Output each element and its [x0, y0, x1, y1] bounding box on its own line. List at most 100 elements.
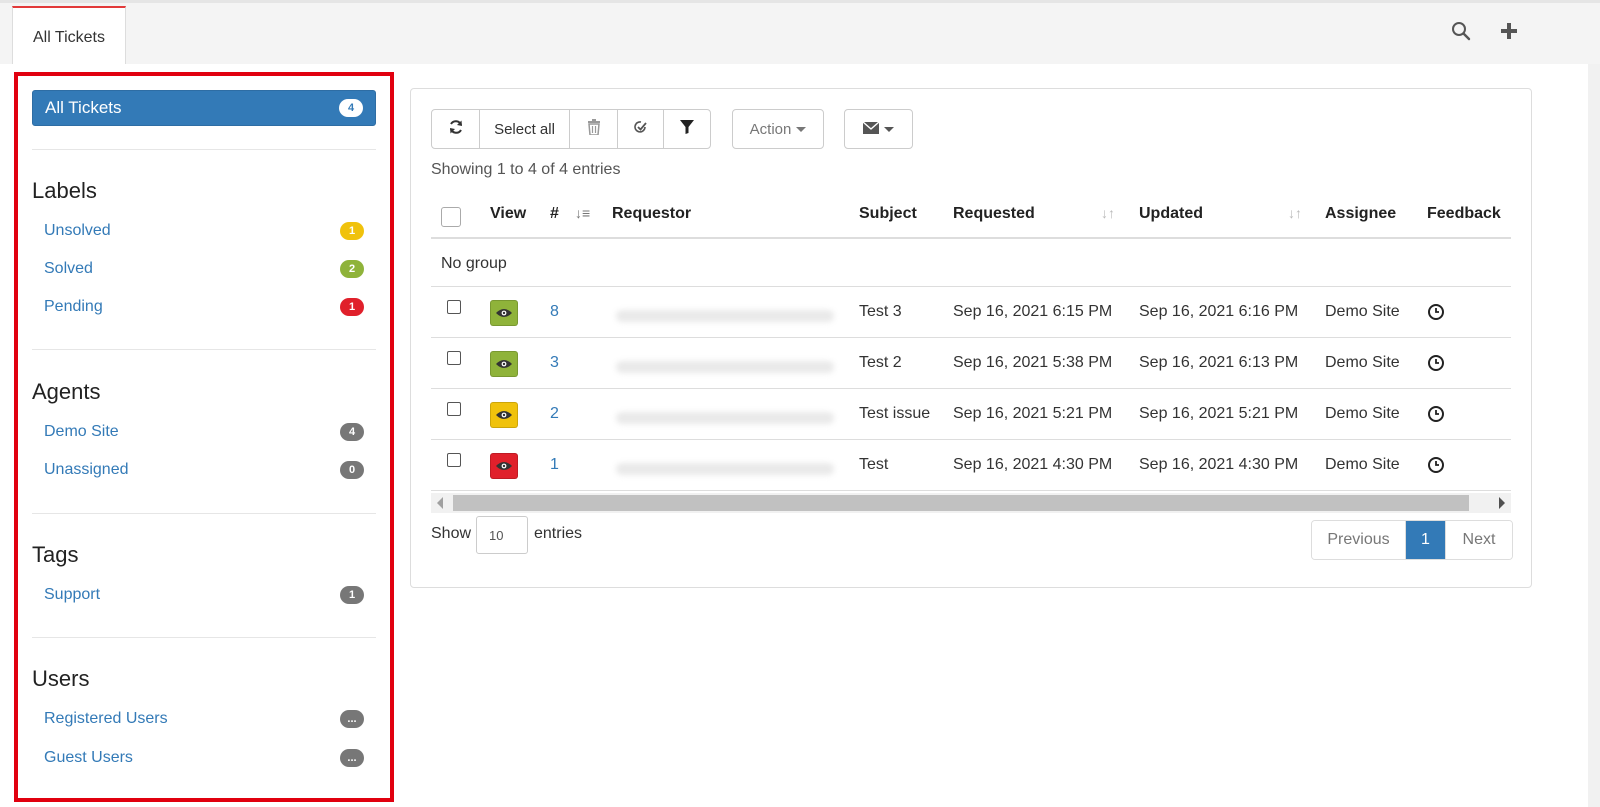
- clock-icon[interactable]: [1427, 405, 1445, 423]
- header-feedback[interactable]: Feedback: [1427, 205, 1501, 223]
- sidebar-item-unsolved[interactable]: Unsolved 1: [44, 216, 364, 246]
- section-heading-tags: Tags: [32, 542, 79, 567]
- clock-icon[interactable]: [1427, 456, 1445, 474]
- pagination: Previous 1 Next: [1311, 520, 1513, 560]
- view-ticket-button[interactable]: [490, 351, 518, 377]
- sort-icon[interactable]: ↓↑: [1288, 205, 1302, 221]
- ticket-requested: Sep 16, 2021 6:15 PM: [953, 303, 1113, 320]
- row-checkbox[interactable]: [447, 300, 461, 314]
- ticket-updated: Sep 16, 2021 4:30 PM: [1139, 456, 1299, 473]
- header-requested[interactable]: Requested: [953, 205, 1035, 223]
- row-checkbox[interactable]: [447, 402, 461, 416]
- envelope-icon: [862, 120, 880, 138]
- sort-icon[interactable]: ↓↑: [1101, 205, 1115, 221]
- sidebar-item-guest-users[interactable]: Guest Users ...: [44, 743, 364, 773]
- table-horizontal-scrollbar[interactable]: [431, 493, 1511, 513]
- ticket-id-link[interactable]: 2: [550, 405, 559, 423]
- delete-button[interactable]: [570, 110, 618, 148]
- select-all-checkbox[interactable]: [441, 207, 461, 227]
- divider: [32, 149, 376, 150]
- sidebar-item-label: Solved: [44, 260, 93, 277]
- search-icon[interactable]: [1449, 19, 1473, 43]
- sidebar-item-all-tickets[interactable]: All Tickets 4: [32, 90, 376, 126]
- ticket-assignee: Demo Site: [1325, 354, 1400, 371]
- view-ticket-button[interactable]: [490, 402, 518, 428]
- ticket-requested: Sep 16, 2021 5:38 PM: [953, 354, 1113, 371]
- header-updated[interactable]: Updated: [1139, 205, 1203, 223]
- email-dropdown[interactable]: [844, 109, 913, 149]
- view-ticket-button[interactable]: [490, 453, 518, 479]
- ticket-requested: Sep 16, 2021 5:21 PM: [953, 405, 1113, 422]
- section-heading-labels: Labels: [32, 178, 97, 203]
- previous-page-button[interactable]: Previous: [1312, 521, 1406, 559]
- count-badge: 2: [340, 260, 364, 278]
- toolbar-button-group: Select all: [431, 109, 711, 149]
- header-assignee[interactable]: Assignee: [1325, 205, 1396, 223]
- page-length-select[interactable]: 10: [476, 516, 528, 554]
- edit-button[interactable]: [618, 110, 664, 148]
- section-heading-users: Users: [32, 666, 90, 691]
- sidebar-item-label: Demo Site: [44, 423, 119, 440]
- select-all-label: Select all: [494, 120, 555, 138]
- sidebar-item-registered-users[interactable]: Registered Users ...: [44, 704, 364, 734]
- eye-icon: [496, 360, 512, 368]
- ticket-assignee: Demo Site: [1325, 303, 1400, 320]
- sidebar-item-support[interactable]: Support 1: [44, 580, 364, 610]
- ticket-subject: Test 3: [859, 303, 902, 320]
- action-dropdown[interactable]: Action: [732, 109, 824, 149]
- divider: [32, 349, 376, 350]
- header-requestor[interactable]: Requestor: [612, 205, 691, 223]
- page-1-button[interactable]: 1: [1406, 521, 1446, 559]
- sidebar-item-label: Unsolved: [44, 222, 111, 239]
- show-label: Show: [431, 525, 472, 542]
- plus-icon[interactable]: [1497, 19, 1521, 43]
- table-row: 2 Test issue Sep 16, 2021 5:21 PM Sep 16…: [431, 390, 1511, 440]
- count-badge: 1: [340, 586, 364, 604]
- filter-button[interactable]: [664, 110, 710, 148]
- next-page-button[interactable]: Next: [1446, 521, 1512, 559]
- view-ticket-button[interactable]: [490, 300, 518, 326]
- action-label: Action: [749, 120, 792, 138]
- tickets-panel: Select all Action Showing 1 to 4 of 4 en…: [410, 88, 1532, 588]
- sidebar-item-label: All Tickets: [45, 98, 122, 117]
- select-all-button[interactable]: Select all: [480, 110, 570, 148]
- ticket-requested: Sep 16, 2021 4:30 PM: [953, 456, 1113, 473]
- clock-icon[interactable]: [1427, 303, 1445, 321]
- scroll-left-arrow-icon[interactable]: [437, 497, 443, 509]
- sidebar-item-solved[interactable]: Solved 2: [44, 254, 364, 284]
- table-row: 3 Test 2 Sep 16, 2021 5:38 PM Sep 16, 20…: [431, 339, 1511, 389]
- tab-all-tickets-label: All Tickets: [32, 28, 105, 46]
- scroll-right-arrow-icon[interactable]: [1499, 497, 1505, 509]
- sidebar-item-label: Support: [44, 586, 101, 603]
- count-badge: 4: [339, 99, 363, 117]
- sidebar-item-pending[interactable]: Pending 1: [44, 292, 364, 322]
- ticket-id-link[interactable]: 3: [550, 354, 559, 372]
- page-scrollbar[interactable]: [1588, 64, 1600, 807]
- ticket-subject: Test issue: [859, 405, 931, 422]
- sidebar-item-label: Guest Users: [44, 749, 133, 766]
- tab-all-tickets[interactable]: All Tickets: [12, 6, 126, 67]
- row-checkbox[interactable]: [447, 453, 461, 467]
- table-header: View # ↓≡ Requestor Subject Requested ↓↑…: [431, 193, 1511, 239]
- refresh-icon: [448, 119, 464, 139]
- requestor-email-blurred: [616, 361, 834, 373]
- sidebar-item-label: Unassigned: [44, 461, 129, 478]
- header-subject[interactable]: Subject: [859, 205, 917, 223]
- ticket-id-link[interactable]: 1: [550, 456, 559, 474]
- clock-icon[interactable]: [1427, 354, 1445, 372]
- sidebar-item-demo-site[interactable]: Demo Site 4: [44, 417, 364, 447]
- sort-desc-icon[interactable]: ↓≡: [575, 205, 590, 221]
- header-number[interactable]: #: [550, 205, 559, 223]
- sidebar-item-label: Pending: [44, 298, 103, 315]
- ticket-id-link[interactable]: 8: [550, 303, 559, 321]
- count-badge: 4: [340, 423, 364, 441]
- ticket-updated: Sep 16, 2021 5:21 PM: [1139, 405, 1299, 422]
- entries-label: entries: [534, 525, 583, 542]
- refresh-button[interactable]: [432, 110, 480, 148]
- sidebar-item-unassigned[interactable]: Unassigned 0: [44, 455, 364, 485]
- row-checkbox[interactable]: [447, 351, 461, 365]
- table-row: 8 Test 3 Sep 16, 2021 6:15 PM Sep 16, 20…: [431, 288, 1511, 338]
- scrollbar-thumb[interactable]: [453, 495, 1469, 511]
- divider: [32, 513, 376, 514]
- caret-down-icon: [884, 126, 894, 132]
